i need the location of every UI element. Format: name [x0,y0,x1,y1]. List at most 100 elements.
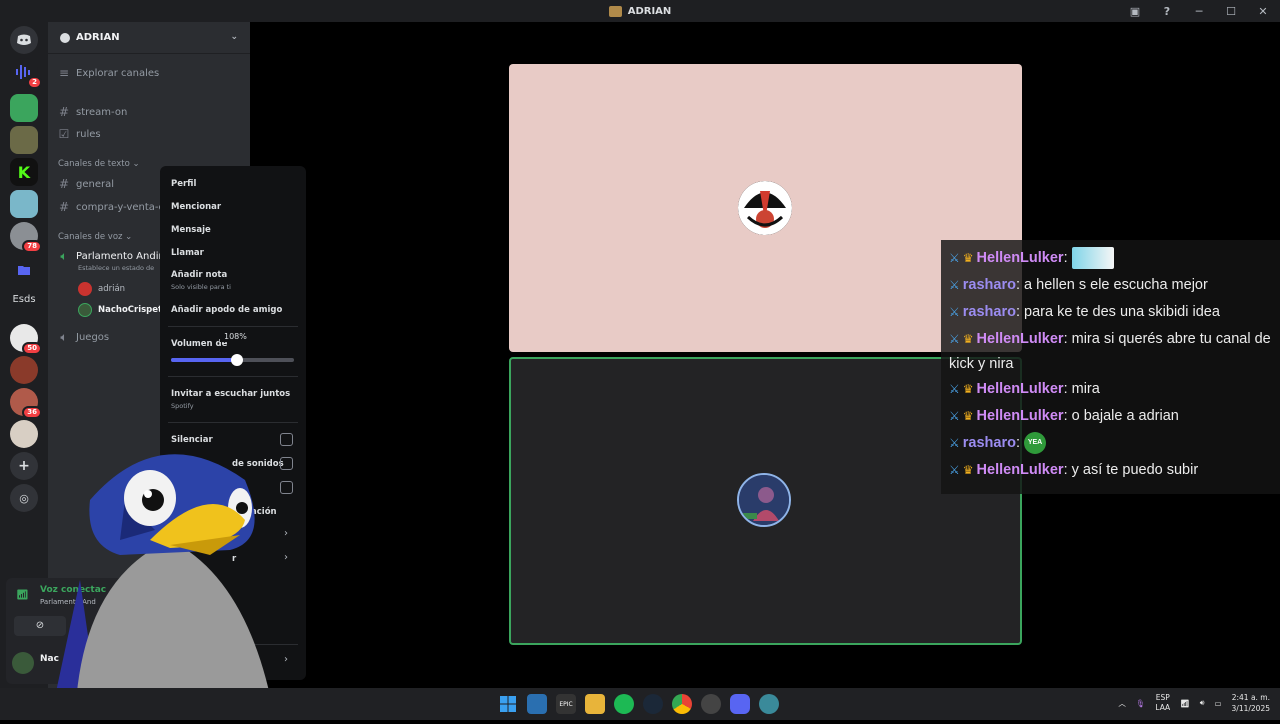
voice-channel-active[interactable]: 🔈︎ Parlamento Andin [58,249,165,264]
steam-icon[interactable] [643,694,663,714]
chrome-icon[interactable] [672,694,692,714]
voice-channel-label: Parlamento Andin [76,251,165,262]
guild-icon [60,32,70,43]
voice-user[interactable]: NachoCrispeta [78,303,168,317]
chat-username: HellenLulker [976,331,1064,347]
chat-separator: : [1063,331,1072,347]
channel-label: stream-on [76,106,128,118]
chat-username: HellenLulker [976,462,1064,478]
obs-icon[interactable] [701,694,721,714]
discover-icon[interactable]: ◎ [10,484,38,512]
close-icon[interactable]: ✕ [1256,5,1270,18]
file-explorer-icon[interactable] [585,694,605,714]
chevron-up-icon[interactable]: ︿ [1118,698,1126,709]
microphone-icon[interactable]: 🎙︎ [1136,699,1146,708]
category-text[interactable]: Canales de texto ⌄ [58,159,140,169]
server-audio-icon[interactable]: 2 [10,58,42,89]
volume-label: Volumen de [171,339,228,349]
guild-header[interactable]: ADRIAN ⌄ [48,22,250,54]
channel-item[interactable]: # stream-on [58,105,127,119]
chat-text: o bajale a adrian [1071,408,1179,424]
chat-text: a hellen s ele escucha mejor [1024,277,1208,293]
category-voice[interactable]: Canales de voz ⌄ [58,232,132,242]
chat-separator: : [1063,408,1072,424]
chat-message: ⚔ ♛ HellenLulker: o bajale a adrian [949,404,1272,431]
explore-channels[interactable]: ≡ Explorar canales [58,66,159,80]
kick-server-icon[interactable]: K [10,158,38,186]
help-icon[interactable]: ? [1160,5,1174,18]
chat-separator: : [1015,304,1025,320]
language-indicator[interactable]: ESP LAA [1155,693,1170,713]
server-icon[interactable] [10,126,38,154]
volume-tooltip: 108% [220,331,251,342]
lang-top: ESP [1155,693,1170,702]
server-icon[interactable] [10,420,38,448]
inbox-icon[interactable]: ▣ [1128,5,1142,18]
chevron-down-icon[interactable]: ⌄ [230,32,238,42]
volume-icon[interactable]: 🔊︎ [1200,698,1205,708]
menu-item-listen-sub: Spotify [171,402,194,410]
voice-user[interactable]: adrián [78,282,125,296]
wifi-icon[interactable]: 📶︎ [1180,699,1190,708]
channel-label: general [76,178,115,190]
spotify-icon[interactable] [614,694,634,714]
sword-badge-icon: ⚔ [949,278,960,292]
crown-badge-icon: ♛ [962,251,974,265]
voice-user-name: NachoCrispeta [98,305,168,315]
menu-item-mention[interactable]: Mencionar [171,202,221,212]
sword-badge-icon: ⚔ [949,382,960,396]
photos-icon[interactable] [527,694,547,714]
category-label: Canales de texto [58,159,130,169]
menu-item-profile[interactable]: Perfil [171,179,196,189]
voice-user-name: adrián [98,284,126,294]
menu-item-friend-nickname[interactable]: Añadir apodo de amigo [171,305,282,315]
channel-label: compra-y-venta-c [76,201,165,213]
server-icon[interactable] [10,94,38,122]
start-icon[interactable] [498,694,518,714]
server-icon[interactable] [10,190,38,218]
maximize-icon[interactable]: ☐ [1224,5,1238,18]
chat-separator: : [1063,381,1072,397]
app-icon[interactable] [759,694,779,714]
server-icon[interactable]: 36 [10,388,42,419]
emote-icon [1071,247,1114,270]
server-icon[interactable]: 78 [10,222,42,253]
avatar [738,181,792,235]
chat-username: rasharo [962,435,1016,451]
taskbar: EPIC ︿ 🎙︎ ESP LAA 📶︎ 🔊︎ ▭ 2:41 a. m. 3/1… [0,688,1280,720]
volume-slider-thumb[interactable] [231,354,244,366]
server-badge: 50 [22,342,42,355]
app-icon [608,5,622,17]
add-server-icon[interactable]: + [10,452,38,480]
lang-bottom: LAA [1155,703,1171,712]
yea-emote-icon: YEA [1024,432,1047,455]
avatar[interactable] [12,652,34,674]
discord-taskbar-icon[interactable] [730,694,750,714]
menu-item-add-note[interactable]: Añadir nota [171,270,227,280]
minimize-icon[interactable]: ─ [1192,5,1206,18]
menu-item-add-note-sub: Solo visible para ti [171,283,231,291]
channel-item[interactable]: ☑ rules [58,127,101,141]
epic-games-icon[interactable]: EPIC [556,694,576,714]
clock[interactable]: 2:41 a. m. 3/11/2025 [1232,692,1270,714]
chat-text: para ke te des una skibidi idea [1024,304,1220,320]
window-title: ADRIAN [627,5,672,17]
avatar [78,303,92,317]
server-icon[interactable]: 50 [10,324,42,355]
rules-icon: ☑ [58,127,70,141]
folder-icon[interactable] [10,256,38,284]
battery-icon[interactable]: ▭ [1214,699,1221,708]
menu-item-message[interactable]: Mensaje [171,225,211,235]
list-icon: ≡ [58,66,70,80]
discord-home-icon[interactable] [10,26,38,54]
volume-slider[interactable] [171,354,294,366]
voice-status-hint[interactable]: Establece un estado de [78,264,154,272]
menu-item-listen-together[interactable]: Invitar a escuchar juntos [171,389,290,399]
server-icon[interactable] [10,356,38,384]
signal-icon: 📶︎ [16,590,29,601]
voice-channel[interactable]: 🔈︎ Juegos [58,330,109,345]
server-text-icon[interactable]: Esds [6,294,42,305]
channel-item[interactable]: # compra-y-venta-c [58,200,164,214]
channel-item[interactable]: # general [58,177,114,191]
menu-item-call[interactable]: Llamar [171,248,204,258]
